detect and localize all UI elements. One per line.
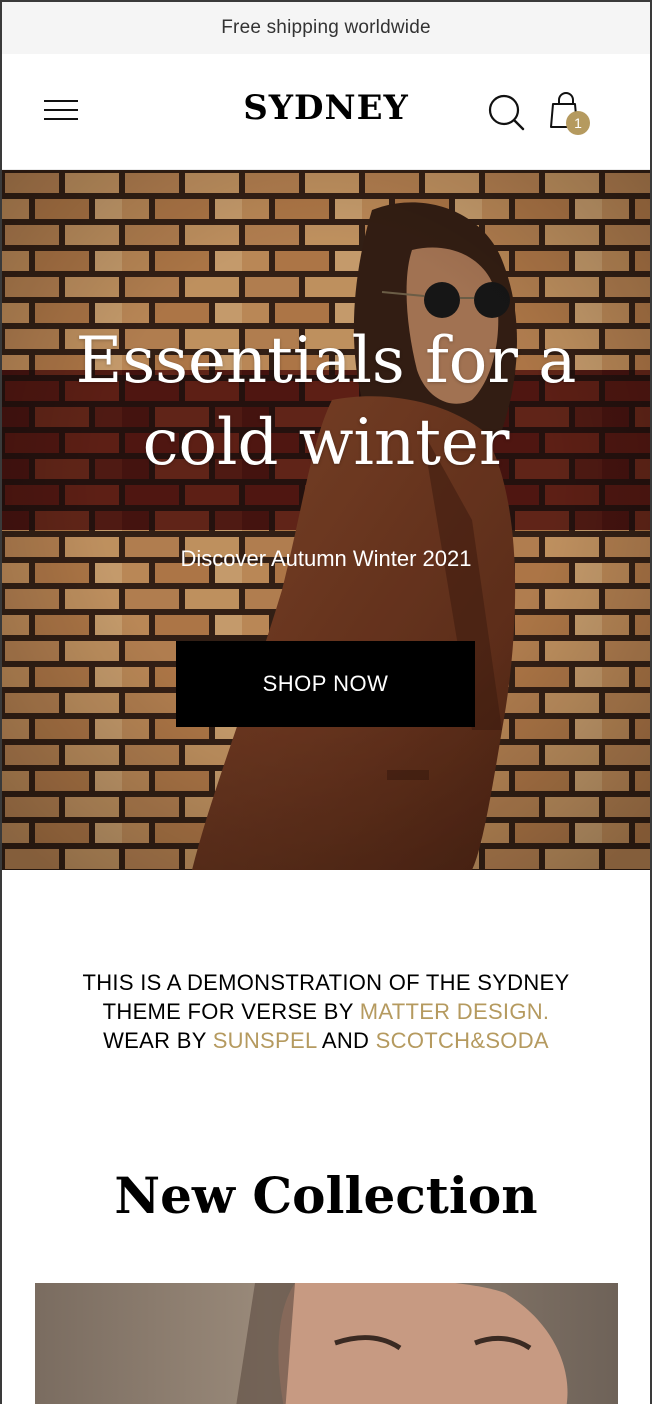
cart-count-badge: 1 bbox=[566, 111, 590, 135]
hero-banner: Essentials for a cold winter Discover Au… bbox=[2, 170, 650, 870]
hero-title: Essentials for a cold winter bbox=[2, 320, 650, 484]
hero-title-line-2: cold winter bbox=[142, 406, 510, 480]
new-collection-title: New Collection bbox=[114, 1166, 538, 1225]
scotch-and-soda-link[interactable]: SCOTCH&SODA bbox=[376, 1028, 549, 1053]
intro-line-3: WEAR BY SUNSPEL AND SCOTCH&SODA bbox=[2, 1026, 650, 1055]
announcement-bar: Free shipping worldwide bbox=[2, 2, 650, 54]
intro-line-3-text: WEAR BY bbox=[103, 1028, 213, 1053]
search-icon[interactable] bbox=[486, 93, 526, 133]
site-logo[interactable]: SYDNEY bbox=[243, 88, 409, 128]
collection-image[interactable] bbox=[35, 1283, 618, 1404]
hero-background-image bbox=[2, 170, 650, 870]
announcement-text: Free shipping worldwide bbox=[221, 17, 431, 38]
shopping-bag-icon[interactable]: 1 bbox=[547, 92, 593, 138]
intro-line-2: THEME FOR VERSE BY MATTER DESIGN. bbox=[2, 997, 650, 1026]
intro-line-1: THIS IS A DEMONSTRATION OF THE SYDNEY bbox=[82, 970, 570, 995]
hero-title-line-1: Essentials for a bbox=[75, 324, 577, 398]
sunspel-link[interactable]: SUNSPEL bbox=[213, 1028, 317, 1053]
intro-text-block: THIS IS A DEMONSTRATION OF THE SYDNEY TH… bbox=[2, 968, 650, 1055]
hamburger-menu-icon[interactable] bbox=[44, 98, 80, 124]
intro-line-3-and: AND bbox=[316, 1028, 376, 1053]
site-header: SYDNEY 1 bbox=[2, 54, 650, 170]
intro-line-2-text: THEME FOR VERSE BY bbox=[102, 999, 360, 1024]
shop-now-button[interactable]: SHOP NOW bbox=[176, 641, 475, 727]
hero-subtitle: Discover Autumn Winter 2021 bbox=[180, 546, 472, 571]
page-frame: Free shipping worldwide SYDNEY 1 Essenti… bbox=[0, 0, 652, 1404]
matter-design-link[interactable]: MATTER DESIGN. bbox=[360, 999, 550, 1024]
